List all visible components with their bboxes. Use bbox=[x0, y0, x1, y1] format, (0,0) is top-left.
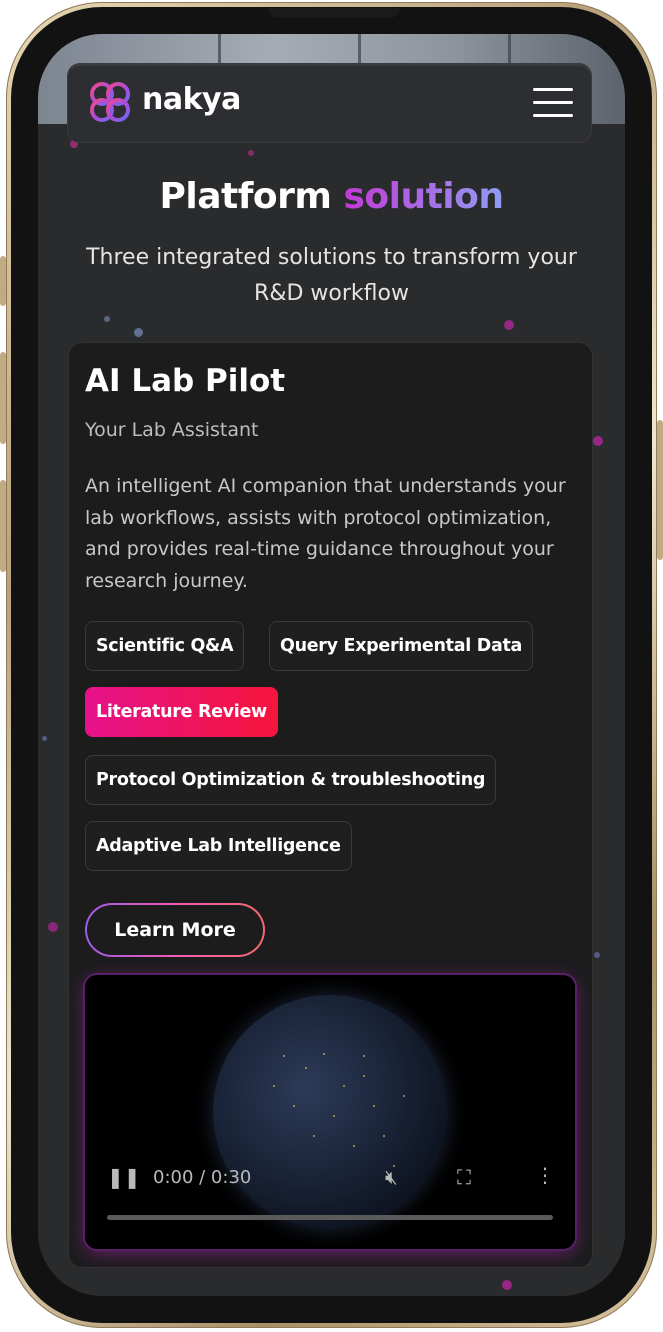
nakya-logo-icon[interactable] bbox=[86, 78, 134, 126]
video-player[interactable]: ❚❚ 0:00 / 0:30 🔇︎ ⛶ ⋮ bbox=[85, 975, 575, 1249]
bg-particle bbox=[42, 736, 47, 741]
section-title-main: Platform bbox=[159, 176, 332, 217]
phone-screen: nakya Platform solution Three integrated… bbox=[38, 34, 625, 1296]
card-description: An intelligent AI companion that underst… bbox=[85, 475, 566, 592]
feature-chip[interactable]: Protocol Optimization & troubleshooting bbox=[85, 755, 497, 805]
bg-particle bbox=[134, 328, 143, 337]
pause-icon[interactable]: ❚❚ bbox=[107, 1165, 141, 1189]
learn-more-button[interactable]: Learn More bbox=[85, 903, 265, 957]
section-subtitle: Three integrated solutions to transform … bbox=[86, 245, 577, 306]
hamburger-menu-button[interactable] bbox=[533, 88, 573, 120]
bg-particle bbox=[593, 436, 603, 446]
power-button bbox=[657, 420, 663, 560]
bg-particle bbox=[594, 952, 600, 958]
video-progress-bar[interactable] bbox=[107, 1215, 553, 1220]
bg-particle bbox=[248, 150, 254, 156]
speaker-notch bbox=[268, 8, 400, 18]
silent-switch bbox=[0, 256, 6, 306]
bg-particle bbox=[104, 316, 110, 322]
menu-bar-icon bbox=[533, 114, 573, 117]
card-title: AI Lab Pilot bbox=[85, 363, 286, 399]
more-icon[interactable]: ⋮ bbox=[535, 1163, 555, 1187]
solution-card: AI Lab Pilot Your Lab Assistant An intel… bbox=[68, 342, 593, 1268]
brand-name[interactable]: nakya bbox=[142, 82, 241, 117]
feature-chip[interactable]: Query Experimental Data bbox=[269, 621, 534, 671]
feature-chip[interactable]: Scientific Q&A bbox=[85, 621, 245, 671]
volume-up-button bbox=[0, 352, 6, 444]
earth-video-frame bbox=[213, 995, 447, 1229]
bg-particle bbox=[502, 1280, 512, 1290]
section-title-accent: solution bbox=[343, 176, 504, 217]
video-time: 0:00 / 0:30 bbox=[153, 1167, 252, 1188]
menu-bar-icon bbox=[533, 88, 573, 91]
menu-bar-icon bbox=[533, 101, 573, 104]
site-header: nakya bbox=[68, 64, 591, 142]
feature-chip-active[interactable]: Literature Review bbox=[85, 687, 278, 737]
bg-particle bbox=[504, 320, 514, 330]
feature-chip[interactable]: Adaptive Lab Intelligence bbox=[85, 821, 352, 871]
bg-particle bbox=[48, 922, 58, 932]
section-title: Platform solution bbox=[38, 176, 625, 217]
card-tagline: Your Lab Assistant bbox=[85, 419, 259, 441]
mute-icon[interactable]: 🔇︎ bbox=[385, 1165, 398, 1189]
volume-down-button bbox=[0, 480, 6, 572]
fullscreen-icon[interactable]: ⛶ bbox=[457, 1165, 471, 1189]
